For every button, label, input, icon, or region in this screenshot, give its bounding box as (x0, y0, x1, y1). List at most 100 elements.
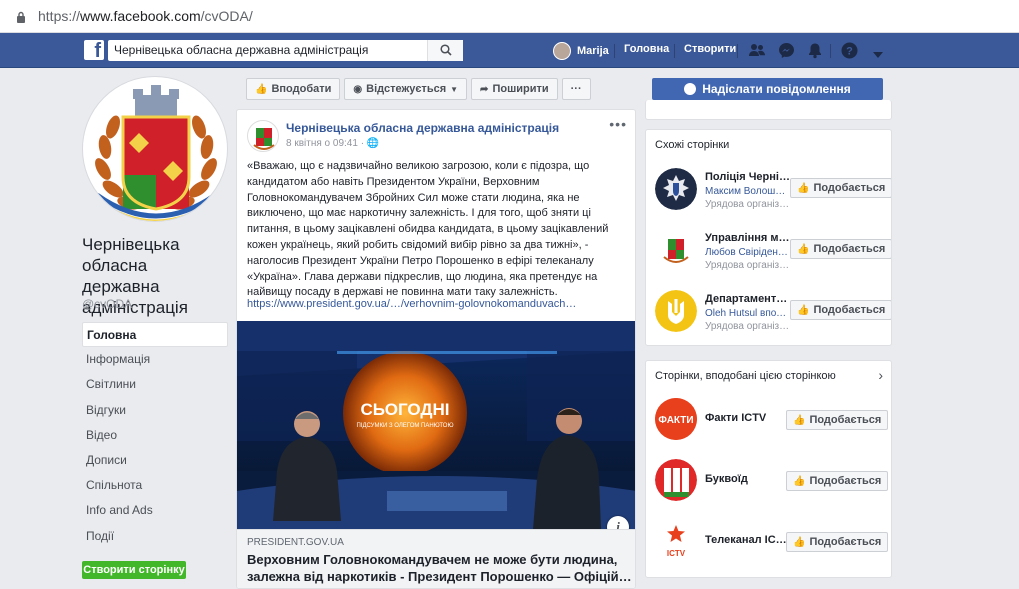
tv-studio-photo: СЬОГОДНІ ПІДСУМКИ З ОЛЕГОМ ПАНЮТОЮ (237, 321, 635, 529)
chevron-down-icon: ▼ (450, 84, 459, 94)
like-similar-page-button[interactable]: 👍 Подобається (790, 300, 891, 320)
nav-divider (674, 44, 675, 58)
post-date-text: 8 квітня о 09:41 · (286, 138, 367, 149)
messenger-icon (684, 83, 697, 95)
nav-divider (614, 44, 615, 58)
thumbs-up-icon: 👍 (797, 304, 810, 316)
share-page-button[interactable]: ➦ Поширити (471, 78, 558, 100)
friend-requests-icon[interactable] (748, 42, 766, 61)
more-options-button[interactable]: ··· (561, 78, 591, 100)
like-page-button[interactable]: 👍 Вподобати (246, 78, 341, 100)
post-link-image[interactable]: СЬОГОДНІ ПІДСУМКИ З ОЛЕГОМ ПАНЮТОЮ i (237, 321, 635, 529)
post-link-url[interactable]: https://www.president.gov.ua/…/verhovnim… (247, 298, 576, 310)
department-coat-of-arms-logo[interactable] (655, 229, 697, 271)
globe-icon: 🌐 (366, 138, 380, 149)
send-message-button[interactable]: Надіслати повідомлення (652, 78, 883, 100)
page-nav-photos[interactable]: Світлини (82, 372, 228, 397)
facebook-logo-icon[interactable]: f (84, 40, 104, 60)
share-page-label: Поширити (492, 83, 549, 95)
similar-page-friend[interactable]: Любов Свірiден… (705, 247, 791, 258)
page-nav-community[interactable]: Спільнота (82, 473, 228, 498)
rss-icon: ◉ (353, 83, 363, 95)
like-similar-page-button[interactable]: 👍 Подобається (790, 178, 891, 198)
page-nav-videos[interactable]: Відео (82, 423, 228, 448)
fakty-logo-text: ФАКТИ (658, 415, 693, 426)
police-logo[interactable] (655, 168, 697, 210)
post-author-avatar[interactable] (247, 120, 279, 152)
help-question-icon[interactable]: ? (841, 42, 858, 62)
page-nav-events[interactable]: Події (82, 524, 228, 549)
nav-create-link[interactable]: Створити (684, 43, 736, 55)
ictv-logo[interactable]: ICTV (655, 520, 697, 562)
liked-page-item: ФАКТИ Факти ICTV 👍 Подобається (655, 398, 891, 442)
like-similar-page-button[interactable]: 👍 Подобається (790, 239, 891, 259)
user-profile-link[interactable]: Marija (553, 41, 609, 61)
like-liked-page-button[interactable]: 👍 Подобається (786, 471, 889, 491)
like-button-label: Подобається (809, 414, 882, 426)
similar-page-name[interactable]: Управління м… (705, 232, 793, 244)
bukvoid-logo[interactable] (655, 459, 697, 501)
follow-page-label: Відстежується (366, 83, 447, 95)
search-button[interactable] (427, 40, 463, 61)
follow-page-button[interactable]: ◉ Відстежується ▼ (344, 78, 468, 100)
facebook-top-bar: f Чернівецька обласна державна адміністр… (0, 33, 1019, 68)
url-path: /cvODA/ (200, 8, 253, 24)
liked-page-name[interactable]: Буквоїд (705, 473, 793, 485)
liked-page-item: ICTV Телеканал IC… 👍 Подобається (655, 520, 891, 564)
similar-page-friend[interactable]: Oleh Hutsul вподо… (705, 308, 791, 319)
notifications-bell-icon[interactable] (807, 42, 823, 62)
post-body-text: «Вважаю, що є надзвичайно великою загроз… (247, 160, 609, 299)
post-options-icon[interactable]: ••• (609, 116, 627, 132)
messenger-icon[interactable] (778, 42, 795, 62)
chevron-right-icon[interactable]: › (878, 367, 883, 383)
similar-page-friend[interactable]: Максим Волош… (705, 186, 791, 197)
page-username[interactable]: @cvODA (82, 297, 132, 311)
lock-icon (16, 11, 26, 26)
like-page-label: Вподобати (271, 83, 332, 95)
like-button-label: Подобається (813, 304, 886, 316)
page-actions-bar: 👍 Вподобати ◉ Відстежується ▼ ➦ Поширити ··· (246, 78, 595, 100)
similar-page-name[interactable]: Поліція Черні… (705, 171, 793, 183)
similar-page-item: Департамент… Oleh Hutsul вподо… Урядова … (655, 290, 891, 334)
send-message-label: Надіслати повідомлення (702, 82, 851, 96)
url-field[interactable]: https://www.facebook.com/cvODA/ (38, 8, 253, 24)
page-nav-home[interactable]: Головна (82, 322, 228, 348)
tv-caption-title: СЬОГОДНІ (360, 400, 449, 419)
link-title: Верховним Головнокомандувачем не може бу… (247, 552, 632, 584)
like-button-label: Подобається (809, 536, 882, 548)
post-author-name[interactable]: Чернівецька обласна державна адміністрац… (286, 121, 559, 135)
page-profile-picture[interactable] (82, 76, 228, 222)
page-nav-reviews[interactable]: Відгуки (82, 398, 228, 423)
similar-page-item: Управління м… Любов Свірiден… Урядова ор… (655, 229, 891, 273)
user-name: Marija (577, 45, 609, 57)
ictv-logo-text: ICTV (667, 549, 686, 558)
fakty-ictv-logo[interactable]: ФАКТИ (655, 398, 697, 440)
nav-divider (830, 44, 831, 58)
thumbs-up-icon: 👍 (255, 83, 268, 95)
similar-pages-title: Схожі сторінки (655, 139, 730, 151)
search-input[interactable]: Чернівецька обласна державна адміністрац… (108, 40, 463, 61)
link-preview[interactable]: PRESIDENT.GOV.UA Верховним Головнокоманд… (237, 529, 635, 588)
create-page-button[interactable]: Створити сторінку (82, 561, 186, 579)
page-nav-posts[interactable]: Дописи (82, 448, 228, 473)
like-liked-page-button[interactable]: 👍 Подобається (786, 532, 889, 552)
liked-page-name[interactable]: Телеканал IC… (705, 534, 793, 546)
like-liked-page-button[interactable]: 👍 Подобається (786, 410, 889, 430)
nav-home-link[interactable]: Головна (624, 43, 669, 55)
url-scheme: https:// (38, 8, 81, 24)
page-nav-info[interactable]: Інформація (82, 347, 228, 372)
about-card-partial (645, 100, 892, 120)
link-domain: PRESIDENT.GOV.UA (247, 537, 344, 548)
post-timestamp[interactable]: 8 квітня о 09:41 · 🌐 (286, 138, 379, 149)
account-menu-caret-icon[interactable] (873, 47, 883, 61)
tv-caption-subtitle: ПІДСУМКИ З ОЛЕГОМ ПАНЮТОЮ (356, 423, 453, 429)
thumbs-up-icon: 👍 (793, 475, 806, 487)
page-nav-info-and-ads[interactable]: Info and Ads (82, 498, 228, 523)
liked-page-name[interactable]: Факти ICTV (705, 412, 793, 424)
liked-pages-card: Сторінки, вподобані цією сторінкою › ФАК… (645, 360, 892, 578)
trident-logo[interactable] (655, 290, 697, 332)
post-card: Чернівецька обласна державна адміністрац… (236, 109, 636, 589)
liked-pages-title: Сторінки, вподобані цією сторінкою (655, 370, 836, 382)
similar-page-name[interactable]: Департамент… (705, 293, 793, 305)
similar-pages-card: Схожі сторінки Поліція Черні… Максим Вол… (645, 129, 892, 346)
